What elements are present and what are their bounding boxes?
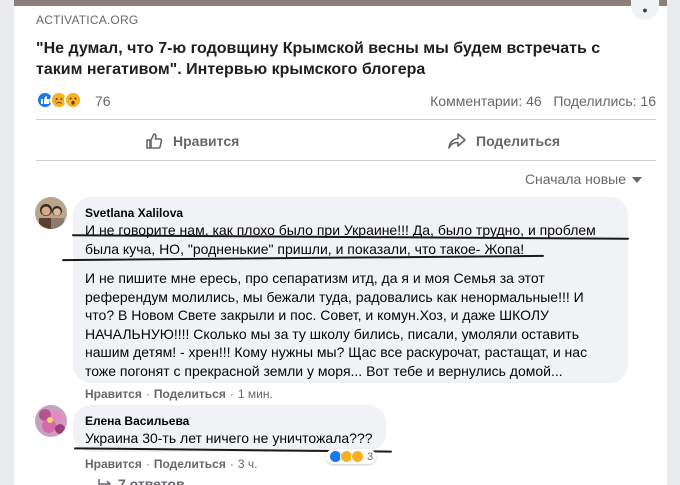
shares-count[interactable]: Поделились: 16 bbox=[553, 93, 656, 109]
avatar[interactable] bbox=[35, 197, 67, 229]
comments-count[interactable]: Комментарии: 46 bbox=[430, 93, 542, 109]
comment-actions: Нравится · Поделиться · 1 мин. bbox=[85, 387, 273, 401]
avatar[interactable] bbox=[35, 405, 67, 437]
divider bbox=[36, 160, 656, 161]
sort-label: Сначала новые bbox=[524, 171, 626, 187]
link-preview-image[interactable] bbox=[14, 0, 667, 6]
post-stats: Комментарии: 46 Поделились: 16 bbox=[430, 93, 656, 109]
comment-timestamp[interactable]: 1 мин. bbox=[238, 387, 273, 401]
reactions-summary: 76 Комментарии: 46 Поделились: 16 bbox=[36, 91, 656, 113]
reaction-icons[interactable] bbox=[36, 91, 82, 109]
comment-author[interactable]: Елена Васильева bbox=[85, 413, 374, 429]
more-options-icon[interactable]: • bbox=[631, 0, 659, 20]
reaction-count[interactable]: 76 bbox=[95, 93, 111, 109]
wow-reaction-icon bbox=[351, 450, 364, 463]
comment-timestamp[interactable]: 3 ч. bbox=[238, 457, 258, 471]
comment-text: Украина 30-ть лет ничего не уничтожала??… bbox=[85, 430, 373, 446]
comment-actions: Нравится · Поделиться · 3 ч. bbox=[85, 457, 258, 471]
thumbs-up-icon bbox=[144, 132, 164, 150]
like-label: Нравится bbox=[173, 133, 240, 149]
reply-arrow-icon bbox=[98, 479, 112, 485]
share-label: Поделиться bbox=[476, 133, 561, 149]
sort-dropdown[interactable]: Сначала новые bbox=[525, 171, 642, 187]
like-button[interactable]: Нравится bbox=[144, 128, 239, 154]
divider bbox=[36, 119, 656, 120]
link-source[interactable]: ACTIVATICA.ORG bbox=[36, 13, 138, 27]
comment-text: И не пишите мне ересь, про сепаратизм ит… bbox=[85, 270, 588, 379]
comment-share-link[interactable]: Поделиться bbox=[154, 457, 226, 471]
comment-like-link[interactable]: Нравится bbox=[85, 457, 142, 471]
comment-author[interactable]: Svetlana Xalilova bbox=[85, 205, 616, 221]
chevron-down-icon bbox=[632, 177, 642, 183]
replies-label: 7 ответов bbox=[118, 476, 185, 485]
share-arrow-icon bbox=[447, 132, 467, 150]
comment-reactions[interactable]: 3 bbox=[326, 449, 377, 464]
comment-share-link[interactable]: Поделиться bbox=[154, 387, 226, 401]
comment-reaction-count: 3 bbox=[367, 450, 374, 463]
share-button[interactable]: Поделиться bbox=[447, 128, 560, 154]
comment-like-link[interactable]: Нравится bbox=[85, 387, 142, 401]
view-replies-link[interactable]: 7 ответов bbox=[98, 476, 185, 485]
article-title[interactable]: "Не думал, что 7-ю годовщину Крымской ве… bbox=[36, 38, 636, 80]
post-card: • ACTIVATICA.ORG "Не думал, что 7-ю годо… bbox=[14, 0, 667, 485]
comment-text: И не говорите нам, как плохо было при Ук… bbox=[85, 222, 596, 257]
wow-reaction-icon bbox=[64, 91, 82, 109]
comment-bubble: Елена Васильева Украина 30-ть лет ничего… bbox=[73, 405, 386, 452]
comment-bubble: Svetlana Xalilova И не говорите нам, как… bbox=[73, 197, 628, 383]
